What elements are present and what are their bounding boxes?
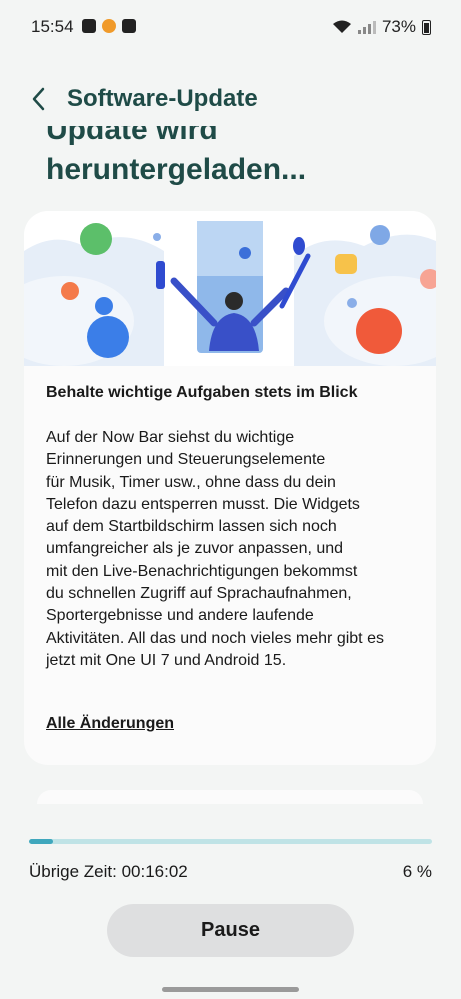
signal-icon <box>357 20 376 34</box>
heart-notification-icon <box>102 19 116 33</box>
status-right: 73% <box>332 17 431 37</box>
update-title-line1: Update wird <box>46 126 218 146</box>
progress-percent: 6 % <box>402 862 432 881</box>
feature-card: Behalte wichtige Aufgaben stets im Blick… <box>24 211 436 765</box>
gallery-notification-icon <box>122 19 136 33</box>
card-heading: Behalte wichtige Aufgaben stets im Blick <box>46 384 358 401</box>
wifi-icon <box>332 20 351 33</box>
update-status-title: Update wird heruntergeladen... <box>46 126 426 198</box>
download-progress-bar <box>29 839 432 844</box>
download-progress-fill <box>29 839 54 844</box>
status-time: 15:54 <box>31 17 74 36</box>
all-changes-link[interactable]: Alle Änderungen <box>46 715 174 733</box>
remaining-time: Übrige Zeit: 00:16:02 <box>29 862 188 881</box>
app-notification-icon <box>82 19 96 33</box>
next-card-peek <box>37 790 423 804</box>
update-title-line2: heruntergeladen... <box>46 153 307 186</box>
status-bar: 15:54 73% <box>0 0 461 54</box>
battery-percent: 73% <box>381 17 416 36</box>
card-body-text: Auf der Now Bar siehst du wichtige Erinn… <box>46 429 384 669</box>
battery-icon <box>422 19 431 35</box>
feature-illustration <box>24 211 436 366</box>
notification-icons <box>82 19 136 33</box>
back-arrow-icon[interactable] <box>28 84 50 114</box>
home-indicator[interactable] <box>162 987 299 992</box>
page-title: Software-Update <box>67 85 258 112</box>
app-header: Software-Update <box>0 78 461 122</box>
pause-button[interactable]: Pause <box>107 904 354 957</box>
